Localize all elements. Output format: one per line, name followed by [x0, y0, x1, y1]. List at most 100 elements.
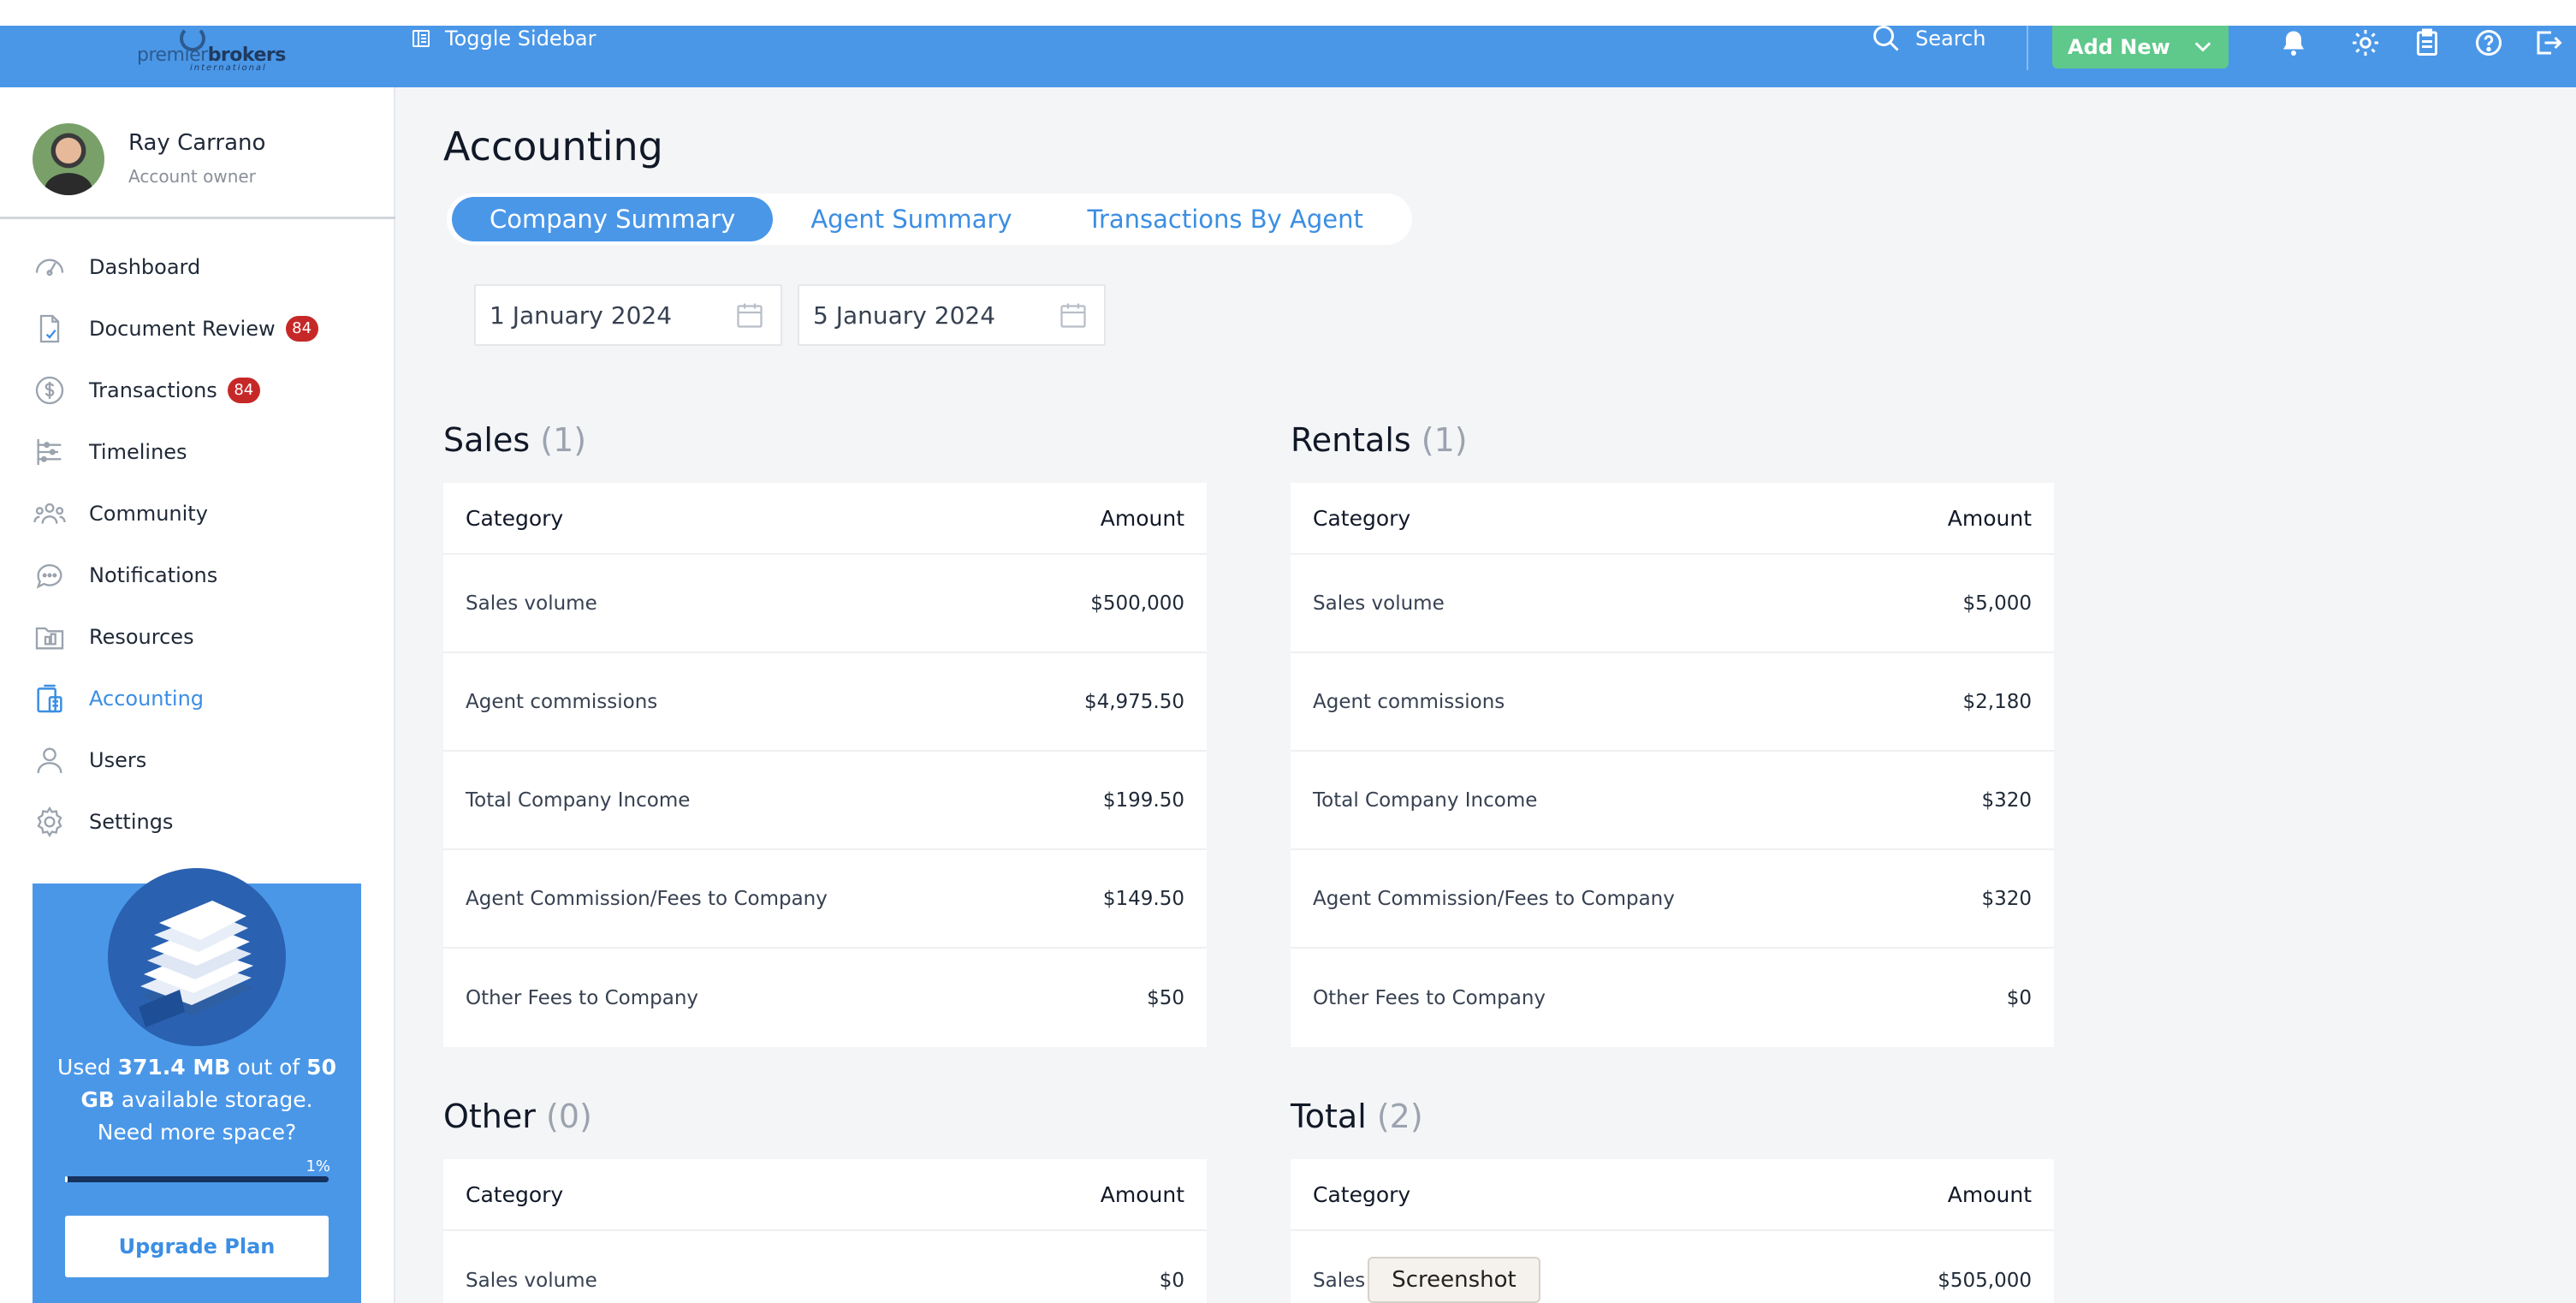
storage-suffix: available storage. Need more space? [97, 1087, 313, 1145]
row-amount: $505,000 [1938, 1269, 2032, 1292]
storage-usage-text: Used 371.4 MB out of 50 GB available sto… [50, 1051, 344, 1149]
row-category: Agent commissions [466, 690, 658, 713]
row-amount: $5,000 [1962, 592, 2032, 615]
column-category: Category [1313, 1181, 1411, 1207]
row-amount: $320 [1981, 887, 2032, 910]
row-category: Sales [1313, 1269, 1366, 1292]
table-header: Category Amount [1291, 483, 2054, 555]
top-header: premierbrokers international Toggle Side… [0, 26, 2576, 87]
sidebar-item-community[interactable]: Community [0, 483, 395, 544]
row-amount: $4,975.50 [1083, 690, 1184, 713]
timeline-icon [37, 439, 62, 465]
sidebar-item-notifications[interactable]: Notifications [0, 544, 395, 606]
sidebar-item-timelines[interactable]: Timelines [0, 421, 395, 483]
search-icon [1873, 26, 1899, 51]
tab-company-summary[interactable]: Company Summary [452, 197, 774, 241]
profile-block[interactable]: Ray Carrano Account owner [0, 87, 395, 219]
section-name: Other [443, 1098, 536, 1135]
sidebar-item-label: Community [89, 502, 208, 526]
row-amount: $0 [2006, 986, 2032, 1009]
table-row: Sales volume $5,000 [1291, 555, 2054, 653]
column-amount: Amount [1947, 505, 2032, 531]
search-button[interactable]: Search [1871, 26, 1985, 51]
sidebar-item-document-review[interactable]: Document Review 84 [0, 298, 395, 360]
community-icon [33, 503, 66, 524]
date-to-input[interactable]: 5 January 2024 [798, 284, 1106, 346]
section-count: (0) [546, 1098, 592, 1135]
toggle-sidebar-button[interactable]: Toggle Sidebar [411, 26, 597, 51]
section-title-other: Other (0) [443, 1098, 592, 1135]
add-new-button[interactable]: Add New [2052, 26, 2229, 68]
row-amount: $50 [1147, 986, 1184, 1009]
row-category: Total Company Income [466, 788, 691, 812]
user-icon [37, 747, 62, 774]
rentals-table: Category Amount Sales volume $5,000 Agent… [1291, 483, 2054, 1047]
sidebar-item-label: Transactions [89, 378, 217, 402]
row-category: Total Company Income [1313, 788, 1538, 812]
screenshot-tooltip: Screenshot [1368, 1257, 1540, 1303]
company-logo[interactable]: premierbrokers international [137, 26, 286, 77]
profile-role: Account owner [128, 166, 256, 187]
calendar-icon[interactable] [1058, 300, 1089, 330]
sales-table: Category Amount Sales volume $500,000 Age… [443, 483, 1207, 1047]
column-amount: Amount [1947, 1181, 2032, 1207]
sidebar-item-transactions[interactable]: Transactions 84 [0, 360, 395, 421]
gear-icon [37, 806, 62, 838]
help-icon[interactable] [2472, 26, 2506, 60]
add-new-label: Add New [2068, 35, 2170, 59]
row-category: Other Fees to Company [1313, 986, 1546, 1009]
table-row: Total Company Income $320 [1291, 752, 2054, 850]
storage-used: 371.4 MB [117, 1055, 231, 1080]
table-row: Agent Commission/Fees to Company $149.50 [443, 850, 1207, 949]
sidebar-item-accounting[interactable]: Accounting [0, 668, 395, 729]
storage-progress-fill [65, 1176, 68, 1182]
dollar-circle-icon [35, 376, 64, 405]
row-amount: $2,180 [1962, 690, 2032, 713]
section-name: Total [1291, 1098, 1367, 1135]
sidebar-item-users[interactable]: Users [0, 729, 395, 791]
column-amount: Amount [1100, 1181, 1184, 1207]
profile-name: Ray Carrano [128, 130, 266, 156]
gear-icon[interactable] [2348, 26, 2383, 60]
sidebar-item-resources[interactable]: Resources [0, 606, 395, 668]
storage-progress-bar [65, 1176, 329, 1182]
count-badge: 84 [227, 378, 260, 403]
bell-icon[interactable] [2276, 26, 2311, 60]
search-label: Search [1915, 27, 1986, 51]
sidebar-item-label: Resources [89, 625, 194, 649]
table-row: Sales volume $500,000 [443, 555, 1207, 653]
date-from-input[interactable]: 1 January 2024 [474, 284, 782, 346]
tab-agent-summary[interactable]: Agent Summary [773, 197, 1049, 241]
main-content: Accounting Company Summary Agent Summary… [395, 87, 2576, 1303]
calendar-icon[interactable] [734, 300, 765, 330]
table-header: Category Amount [443, 1159, 1207, 1231]
storage-percent: 1% [306, 1157, 330, 1175]
browser-strip [0, 0, 2576, 26]
logout-icon[interactable] [2531, 26, 2566, 60]
accounting-tabs: Company Summary Agent Summary Transactio… [447, 193, 1412, 245]
sidebar-item-label: Timelines [89, 440, 187, 464]
table-row: Sales volume $0 [443, 1231, 1207, 1303]
document-check-icon [39, 314, 60, 343]
date-to-value: 5 January 2024 [813, 300, 996, 330]
sidebar-item-settings[interactable]: Settings [0, 791, 395, 853]
table-row: Agent commissions $2,180 [1291, 653, 2054, 752]
header-divider [2027, 26, 2028, 70]
table-row: Other Fees to Company $0 [1291, 949, 2054, 1047]
row-amount: $0 [1159, 1269, 1184, 1292]
sidebar: Ray Carrano Account owner Dashboard Docu… [0, 87, 395, 1303]
clipboard-icon[interactable] [2410, 26, 2444, 60]
folder-icon [35, 627, 64, 650]
upgrade-plan-button[interactable]: Upgrade Plan [65, 1216, 329, 1277]
row-category: Sales volume [466, 592, 597, 615]
row-category: Sales volume [466, 1269, 597, 1292]
sidebar-nav: Dashboard Document Review 84 Transaction… [0, 236, 395, 853]
column-category: Category [466, 505, 564, 531]
chevron-down-icon [2194, 42, 2211, 52]
sidebar-item-dashboard[interactable]: Dashboard [0, 236, 395, 298]
tab-transactions-by-agent[interactable]: Transactions By Agent [1050, 197, 1401, 241]
other-table: Category Amount Sales volume $0 [443, 1159, 1207, 1303]
sidebar-toggle-icon [413, 30, 430, 47]
document-stack-icon [108, 868, 286, 1046]
chat-bubble-icon [36, 564, 62, 589]
